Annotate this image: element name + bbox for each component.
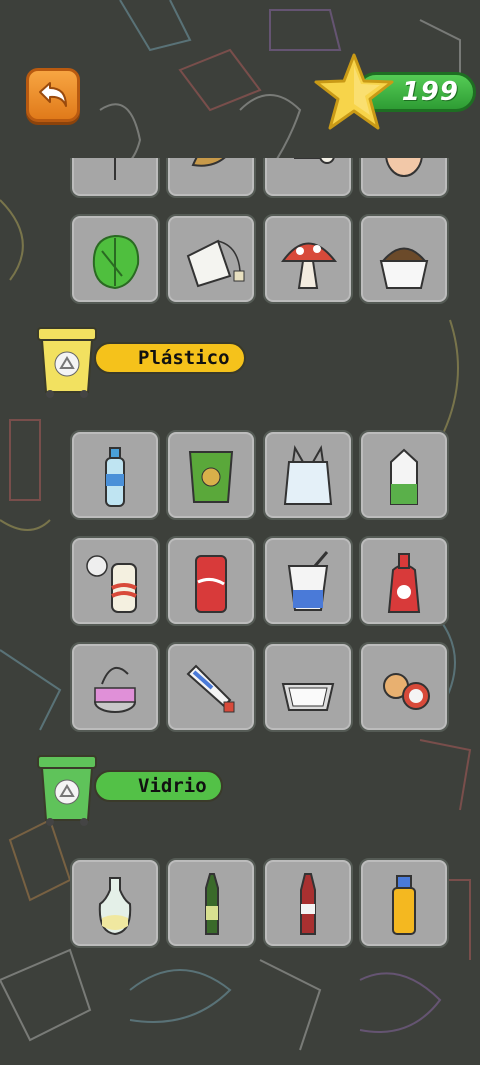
item-tile-spray-can[interactable]	[70, 536, 160, 626]
ketchup-bottle-icon	[387, 553, 421, 613]
item-tile-plastic-bag[interactable]	[263, 430, 353, 520]
category-header-vidrio: Vidrio	[36, 754, 223, 834]
category-label-vidrio: Vidrio	[94, 770, 223, 802]
item-tile-oil-cruet[interactable]	[70, 858, 160, 948]
item-tile-juice-bottle[interactable]	[359, 858, 449, 948]
soda-can-icon	[195, 555, 227, 613]
broccoli-icon	[114, 158, 116, 180]
item-tile-toothpaste[interactable]	[166, 642, 256, 732]
item-tile-ketchup-bottle[interactable]	[359, 536, 449, 626]
juice-bottle-icon	[392, 875, 416, 935]
chip-bag-icon	[188, 451, 234, 503]
item-tile-tea-bag[interactable]	[166, 214, 256, 304]
yogurt-cup-icon	[287, 551, 329, 611]
item-tile-soda-can[interactable]	[166, 536, 256, 626]
toothpaste-icon	[186, 664, 235, 713]
lettuce-icon	[92, 234, 140, 290]
item-tile-food-tray[interactable]	[263, 642, 353, 732]
item-tile-cola-bottle[interactable]	[263, 858, 353, 948]
milk-carton-icon	[390, 448, 418, 505]
item-tile-broccoli[interactable]	[70, 158, 160, 198]
item-tile-lettuce[interactable]	[70, 214, 160, 304]
plastic-bag-icon	[283, 444, 333, 505]
champagne-bottle-icon	[205, 873, 219, 935]
items-scroll-area[interactable]: Plástico Vidrio	[0, 158, 480, 958]
item-tile-champagne-bottle[interactable]	[166, 858, 256, 948]
item-tile-milk-carton[interactable]	[359, 430, 449, 520]
egg-icon	[385, 158, 423, 177]
item-tile-chip-bag[interactable]	[166, 430, 256, 520]
item-tile-yogurt-cup[interactable]	[263, 536, 353, 626]
category-header-plastico: Plástico	[36, 326, 246, 406]
cola-bottle-icon	[300, 873, 316, 935]
item-tile-egg[interactable]	[359, 158, 449, 198]
item-tile-water-bottle[interactable]	[70, 430, 160, 520]
star-icon	[314, 53, 394, 130]
food-tray-icon	[281, 683, 335, 711]
item-tile-tin-can[interactable]	[70, 642, 160, 732]
back-button[interactable]	[26, 68, 80, 122]
oil-cruet-icon	[98, 877, 132, 936]
water-bottle-icon	[105, 447, 125, 507]
category-label-plastico: Plástico	[94, 342, 246, 374]
item-tile-leaf[interactable]	[166, 158, 256, 198]
score-value: 199	[401, 77, 459, 107]
bone-icon	[294, 158, 335, 164]
leaf-icon	[191, 158, 226, 167]
mushroom-icon	[281, 242, 338, 289]
recycling-bin-icon	[37, 755, 97, 826]
item-tile-mushroom[interactable]	[263, 214, 353, 304]
item-tile-bone[interactable]	[263, 158, 353, 198]
recycling-bin-icon	[37, 327, 97, 398]
item-tile-cupcake[interactable]	[359, 214, 449, 304]
spray-can-icon	[86, 555, 137, 613]
tin-can-icon	[94, 666, 136, 713]
cupcake-icon	[379, 247, 429, 289]
bottle-caps-icon	[383, 673, 430, 710]
item-tile-bottle-caps[interactable]	[359, 642, 449, 732]
tea-bag-icon	[186, 239, 245, 288]
back-arrow-icon	[39, 82, 67, 107]
